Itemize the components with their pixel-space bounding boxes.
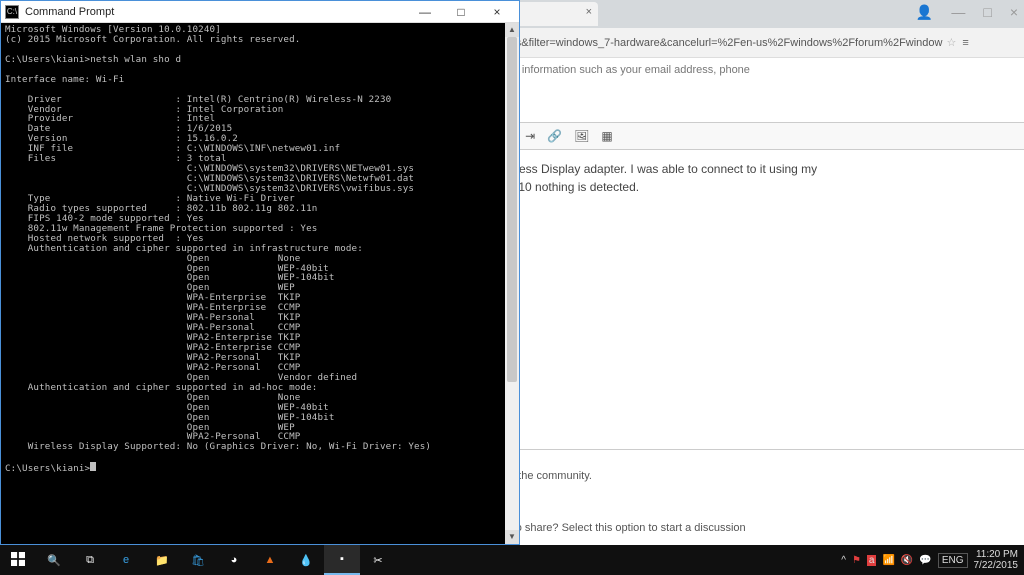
notice-text: onal information such as your email addr… bbox=[498, 58, 1024, 82]
ask-community-text: ask the community. bbox=[498, 470, 1024, 482]
scroll-down-icon[interactable]: ▼ bbox=[505, 530, 519, 544]
search-button[interactable]: 🔍 bbox=[36, 545, 72, 575]
cmd-title-text: Command Prompt bbox=[25, 6, 114, 18]
url-fragment: tions&filter=windows_7-hardware&cancelur… bbox=[498, 37, 942, 49]
chrome-icon: ◕ bbox=[231, 554, 238, 566]
scroll-track[interactable] bbox=[505, 37, 519, 530]
cmd-taskbar-button[interactable]: ▪ bbox=[324, 545, 360, 575]
tab-close-icon[interactable]: × bbox=[586, 6, 592, 18]
folder-icon: 📁 bbox=[155, 554, 169, 567]
clock-date: 7/22/2015 bbox=[974, 560, 1019, 571]
vlc-taskbar-button[interactable]: ▲ bbox=[252, 545, 288, 575]
system-tray: ^ ⚑ a 📶 🔇 💬 ENG 11:20 PM 7/22/2015 bbox=[841, 549, 1024, 571]
tray-network-icon[interactable]: 📶 bbox=[882, 555, 894, 566]
browser-minimize-icon[interactable]: — bbox=[951, 4, 965, 21]
store-taskbar-button[interactable]: 🛍 bbox=[180, 545, 216, 575]
toolbar-table-icon[interactable]: ▦ bbox=[601, 129, 612, 143]
clock-time: 11:20 PM bbox=[974, 549, 1019, 560]
cmd-minimize-button[interactable]: — bbox=[407, 2, 443, 22]
scissors-icon: ✂ bbox=[373, 554, 382, 567]
browser-close-icon[interactable]: × bbox=[1010, 4, 1018, 21]
task-view-button[interactable]: ⧉ bbox=[72, 545, 108, 575]
editor-content[interactable]: ireless Display adapter. I was able to c… bbox=[498, 150, 1024, 450]
tray-volume-icon[interactable]: 🔇 bbox=[901, 555, 913, 566]
toolbar-link-icon[interactable]: 🔗 bbox=[547, 129, 562, 143]
cmd-maximize-button[interactable]: □ bbox=[443, 2, 479, 22]
tray-flag-icon[interactable]: ⚑ bbox=[852, 555, 861, 566]
scroll-up-icon[interactable]: ▲ bbox=[505, 23, 519, 37]
task-view-icon: ⧉ bbox=[86, 554, 94, 567]
edge-taskbar-button[interactable]: e bbox=[108, 545, 144, 575]
toolbar-indent-icon[interactable]: ⇥ bbox=[525, 129, 535, 143]
browser-menu-icon[interactable]: ≡ bbox=[962, 37, 968, 49]
droplet-icon: 💧 bbox=[299, 554, 313, 567]
editor-toolbar: ⇤ ⇥ 🔗 🖼 ▦ bbox=[498, 122, 1024, 150]
browser-maximize-icon[interactable]: □ bbox=[983, 4, 991, 21]
command-prompt-window: C:\ Command Prompt — □ × Microsoft Windo… bbox=[0, 0, 520, 545]
edge-icon: e bbox=[123, 554, 129, 566]
start-button[interactable] bbox=[0, 545, 36, 575]
explorer-taskbar-button[interactable]: 📁 bbox=[144, 545, 180, 575]
cmd-close-button[interactable]: × bbox=[479, 2, 515, 22]
share-discussion-text: ce to share? Select this option to start… bbox=[498, 522, 1024, 534]
tray-language[interactable]: ENG bbox=[938, 553, 968, 568]
content-line: vs 10 nothing is detected. bbox=[503, 178, 1020, 196]
tray-avira-icon[interactable]: a bbox=[867, 555, 877, 566]
cmd-taskbar-icon: ▪ bbox=[340, 553, 344, 565]
cmd-titlebar[interactable]: C:\ Command Prompt — □ × bbox=[1, 1, 519, 23]
chrome-taskbar-button[interactable]: ◕ bbox=[216, 545, 252, 575]
content-line: ireless Display adapter. I was able to c… bbox=[503, 160, 1020, 178]
search-icon: 🔍 bbox=[47, 554, 61, 567]
taskbar-clock[interactable]: 11:20 PM 7/22/2015 bbox=[974, 549, 1019, 571]
cmd-app-icon: C:\ bbox=[5, 5, 19, 19]
cmd-scrollbar[interactable]: ▲ ▼ bbox=[505, 23, 519, 544]
snipping-taskbar-button[interactable]: ✂ bbox=[360, 545, 396, 575]
scroll-thumb[interactable] bbox=[507, 37, 517, 382]
toolbar-image-icon[interactable]: 🖼 bbox=[574, 129, 589, 143]
store-icon: 🛍 bbox=[191, 554, 205, 567]
tray-chevron-icon[interactable]: ^ bbox=[841, 555, 846, 566]
cmd-terminal-output[interactable]: Microsoft Windows [Version 10.0.10240] (… bbox=[1, 23, 505, 544]
windows-logo-icon bbox=[11, 552, 25, 569]
tray-notification-icon[interactable]: 💬 bbox=[919, 555, 931, 566]
taskbar: 🔍 ⧉ e 📁 🛍 ◕ ▲ 💧 ▪ ✂ ^ ⚑ a 📶 🔇 💬 ENG 11:2… bbox=[0, 545, 1024, 575]
app-taskbar-button[interactable]: 💧 bbox=[288, 545, 324, 575]
vlc-icon: ▲ bbox=[265, 554, 276, 566]
browser-user-icon[interactable]: 👤 bbox=[916, 4, 933, 21]
bookmark-star-icon[interactable]: ☆ bbox=[946, 36, 956, 49]
